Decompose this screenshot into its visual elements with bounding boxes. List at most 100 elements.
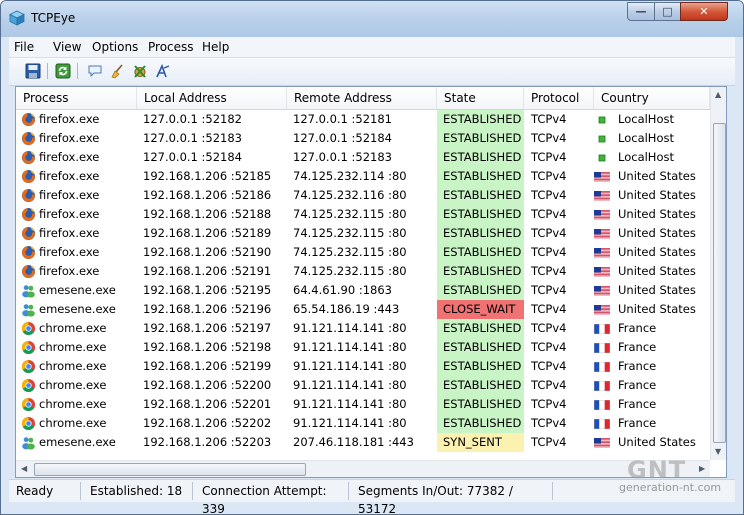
emesene-icon xyxy=(22,437,35,450)
chrome-icon xyxy=(21,340,36,355)
save-button[interactable] xyxy=(24,62,42,80)
cell-protocol: TCPv4 xyxy=(531,112,567,126)
cell-process: firefox.exe xyxy=(16,224,137,243)
table-row[interactable]: firefox.exe 192.168.1.206 :52185 74.125.23… xyxy=(16,167,710,186)
cell-local-address: 192.168.1.206 :52195 xyxy=(143,283,272,297)
cell-state: SYN_SENT xyxy=(437,433,524,452)
menu-options[interactable]: Options xyxy=(92,40,138,54)
clean-button[interactable] xyxy=(108,62,126,80)
column-header-country[interactable]: Country xyxy=(594,87,710,109)
table-row[interactable]: firefox.exe 127.0.0.1 :52184 127.0.0.1 :52… xyxy=(16,148,710,167)
cell-remote-address: 91.121.114.141 :80 xyxy=(293,321,407,335)
scroll-up-icon[interactable]: ▲ xyxy=(715,90,721,99)
title-bar[interactable]: TCPEye — □ ✕ xyxy=(1,1,743,37)
chrome-icon xyxy=(21,416,36,431)
cell-local-address: 192.168.1.206 :52188 xyxy=(143,207,272,221)
scroll-left-icon[interactable]: ◀ xyxy=(21,464,27,473)
cell-remote-address: 91.121.114.141 :80 xyxy=(293,416,407,430)
table-row[interactable]: chrome.exe 192.168.1.206 :52200 91.121.114… xyxy=(16,376,710,395)
cell-protocol: TCPv4 xyxy=(531,302,567,316)
connections-list[interactable]: Process Local Address Remote Address Sta… xyxy=(15,86,727,478)
cell-state: ESTABLISHED xyxy=(437,243,524,262)
cell-protocol: TCPv4 xyxy=(531,169,567,183)
table-row[interactable]: firefox.exe 192.168.1.206 :52186 74.125.23… xyxy=(16,186,710,205)
comment-button[interactable] xyxy=(86,62,104,80)
cell-local-address: 192.168.1.206 :52189 xyxy=(143,226,272,240)
cell-state: ESTABLISHED xyxy=(437,262,524,281)
table-row[interactable]: firefox.exe 192.168.1.206 :52189 74.125.23… xyxy=(16,224,710,243)
cell-local-address: 192.168.1.206 :52202 xyxy=(143,416,272,430)
refresh-button[interactable] xyxy=(54,62,72,80)
country-name: LocalHost xyxy=(618,112,674,126)
table-row[interactable]: firefox.exe 192.168.1.206 :52188 74.125.23… xyxy=(16,205,710,224)
cell-protocol: TCPv4 xyxy=(531,207,567,221)
kill-process-icon xyxy=(134,65,146,78)
country-name: United States xyxy=(618,169,696,183)
comment-icon xyxy=(88,65,102,78)
cell-process: chrome.exe xyxy=(16,338,137,357)
cell-local-address: 192.168.1.206 :52198 xyxy=(143,340,272,354)
cell-process: firefox.exe xyxy=(16,205,137,224)
cell-country: United States xyxy=(594,224,710,243)
kill-process-button[interactable] xyxy=(131,62,149,80)
maximize-button[interactable]: □ xyxy=(654,2,681,21)
close-button[interactable]: ✕ xyxy=(680,2,728,21)
cell-process: firefox.exe xyxy=(16,110,137,129)
vertical-scrollbar[interactable]: ▲ ▼ xyxy=(710,87,726,460)
us-flag-icon xyxy=(594,267,610,277)
column-header-remote-address[interactable]: Remote Address xyxy=(287,87,437,109)
cell-protocol: TCPv4 xyxy=(531,378,567,392)
column-header-process[interactable]: Process xyxy=(16,87,137,109)
list-header: Process Local Address Remote Address Sta… xyxy=(16,87,710,110)
process-name: chrome.exe xyxy=(39,359,107,373)
menu-file[interactable]: File xyxy=(14,40,34,54)
cell-local-address: 192.168.1.206 :52199 xyxy=(143,359,272,373)
column-header-local-address[interactable]: Local Address xyxy=(137,87,287,109)
country-name: United States xyxy=(618,435,696,449)
vertical-scroll-thumb[interactable] xyxy=(713,123,726,443)
minimize-button[interactable]: — xyxy=(627,2,655,21)
menu-process[interactable]: Process xyxy=(148,40,194,54)
watermark-logo: GNT xyxy=(627,456,687,484)
cell-remote-address: 91.121.114.141 :80 xyxy=(293,340,407,354)
table-row[interactable]: emesene.exe 192.168.1.206 :52195 64.4.61.9… xyxy=(16,281,710,300)
chrome-icon xyxy=(21,359,36,374)
cell-local-address: 192.168.1.206 :52186 xyxy=(143,188,272,202)
menu-view[interactable]: View xyxy=(53,40,81,54)
cell-remote-address: 64.4.61.90 :1863 xyxy=(293,283,392,297)
cell-protocol: TCPv4 xyxy=(531,150,567,164)
table-row[interactable]: chrome.exe 192.168.1.206 :52199 91.121.114… xyxy=(16,357,710,376)
horizontal-scrollbar[interactable]: ◀ ▶ xyxy=(16,460,710,477)
menu-help[interactable]: Help xyxy=(202,40,229,54)
country-name: France xyxy=(618,321,657,335)
cell-protocol: TCPv4 xyxy=(531,321,567,335)
table-row[interactable]: firefox.exe 127.0.0.1 :52182 127.0.0.1 :52… xyxy=(16,110,710,129)
cell-state: ESTABLISHED xyxy=(437,376,524,395)
cell-state: ESTABLISHED xyxy=(437,338,524,357)
process-name: firefox.exe xyxy=(39,226,100,240)
cell-state: ESTABLISHED xyxy=(437,281,524,300)
cell-country: United States xyxy=(594,205,710,224)
horizontal-scroll-thumb[interactable] xyxy=(34,463,306,476)
cell-process: firefox.exe xyxy=(16,186,137,205)
table-row[interactable]: chrome.exe 192.168.1.206 :52198 91.121.114… xyxy=(16,338,710,357)
column-header-protocol[interactable]: Protocol xyxy=(524,87,594,109)
country-name: United States xyxy=(618,226,696,240)
cell-protocol: TCPv4 xyxy=(531,416,567,430)
process-name: emesene.exe xyxy=(39,302,116,316)
table-row[interactable]: chrome.exe 192.168.1.206 :52197 91.121.114… xyxy=(16,319,710,338)
scroll-down-icon[interactable]: ▼ xyxy=(715,447,721,456)
table-row[interactable]: emesene.exe 192.168.1.206 :52203 207.46.11… xyxy=(16,433,710,452)
country-name: United States xyxy=(618,245,696,259)
column-header-state[interactable]: State xyxy=(437,87,524,109)
table-row[interactable]: firefox.exe 127.0.0.1 :52183 127.0.0.1 :52… xyxy=(16,129,710,148)
chrome-icon xyxy=(21,378,36,393)
table-row[interactable]: firefox.exe 192.168.1.206 :52190 74.125.23… xyxy=(16,243,710,262)
table-row[interactable]: chrome.exe 192.168.1.206 :52201 91.121.114… xyxy=(16,395,710,414)
table-row[interactable]: firefox.exe 192.168.1.206 :52191 74.125.23… xyxy=(16,262,710,281)
cell-country: France xyxy=(594,357,710,376)
table-row[interactable]: emesene.exe 192.168.1.206 :52196 65.54.186… xyxy=(16,300,710,319)
table-row[interactable]: chrome.exe 192.168.1.206 :52202 91.121.114… xyxy=(16,414,710,433)
window-title: TCPEye xyxy=(31,11,76,25)
whois-button[interactable] xyxy=(154,62,172,80)
